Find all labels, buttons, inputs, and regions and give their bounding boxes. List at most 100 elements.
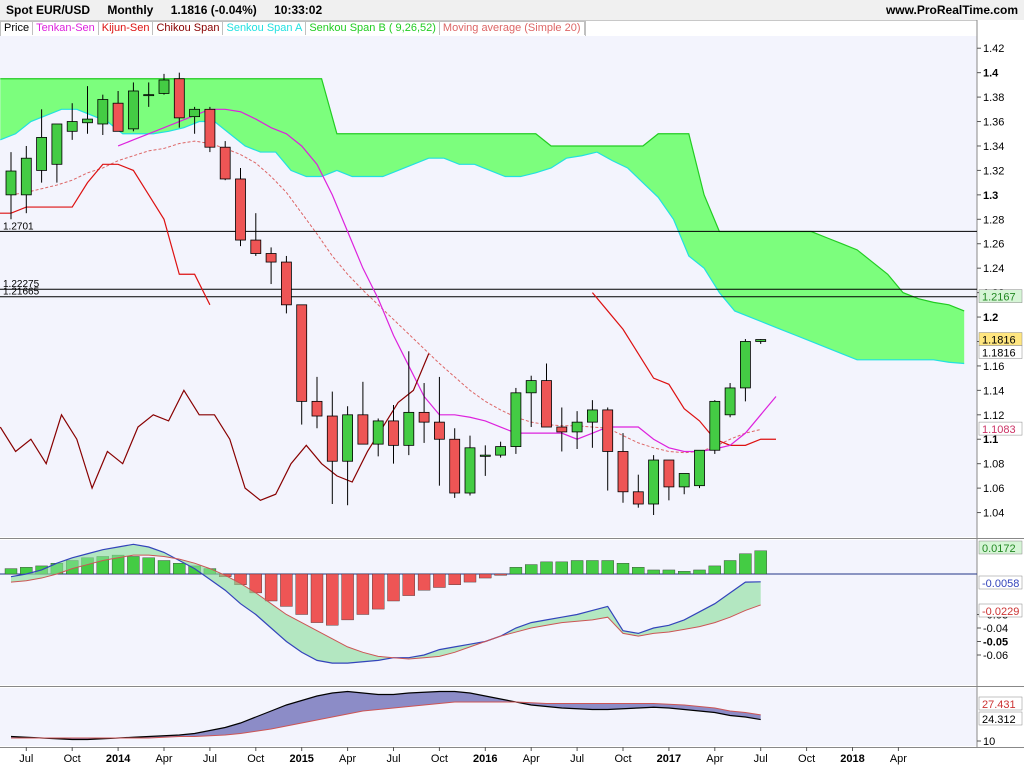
candle-down (602, 409, 614, 452)
candle-up (755, 339, 767, 342)
macd-bar-up (570, 560, 584, 575)
macd-bar-down (417, 573, 431, 591)
ma-badge (978, 421, 1023, 436)
legend-kijun[interactable]: Kijun-Sen (99, 22, 154, 35)
macd-bar-down (463, 573, 477, 583)
candle-down (449, 438, 461, 494)
legend-adxr[interactable]: ADXR ( 14) (31, 689, 94, 701)
candle-up (403, 411, 415, 446)
y-axis-area (977, 20, 1024, 768)
signal-badge-label: -0.0229 (982, 606, 1019, 618)
price-chart[interactable]: 1.041.061.081.11.121.141.161.181.21.221.… (0, 0, 1024, 768)
legend-senkou-a[interactable]: Senkou Span A (223, 22, 307, 35)
candle-down (541, 380, 552, 428)
macd-bar-up (678, 571, 691, 575)
x-tick-label: Apr (155, 753, 172, 765)
macd-bar-up (509, 567, 523, 575)
macd-bar-up (142, 557, 155, 575)
moving-average-line (10, 140, 761, 454)
candle-up (66, 121, 78, 132)
y-tick-label: 1.26 (983, 239, 1004, 251)
candle-down (219, 146, 231, 180)
legend-price[interactable]: Price (1, 22, 34, 35)
senkou-span-a-line (0, 108, 965, 365)
site-url[interactable]: www.ProRealTime.com (886, 3, 1018, 17)
candle-up (587, 409, 598, 423)
macd-hist-badge (978, 540, 1023, 555)
macd-hist-badge-label: 0.0172 (982, 543, 1016, 555)
macd-bar-up (739, 553, 752, 575)
candle-down (173, 78, 185, 119)
macd-bar-up (754, 550, 767, 575)
legend-macd[interactable]: MACD ( 12,26,9) (144, 541, 234, 553)
chart-title: Spot EUR/USD Monthly 1.1816 (-0.04%) 10:… (6, 3, 336, 17)
y-tick-label: 1.34 (983, 141, 1004, 153)
x-tick-label: Oct (431, 753, 448, 765)
candle-up (372, 420, 384, 445)
support-line-label: 1.21665 (3, 287, 40, 298)
main-indicator-legend: Price Tenkan-Sen Kijun-Sen Chikou Span Senko… (0, 21, 586, 37)
macd-bar-up (20, 567, 33, 575)
candle-down (418, 411, 430, 423)
signal-badge (978, 603, 1023, 618)
candle-up (464, 447, 476, 494)
candle-up (510, 392, 522, 447)
candle-up (724, 387, 736, 416)
y-tick-label: 1.08 (983, 459, 1004, 471)
legend-signal[interactable]: Signal (106, 541, 144, 553)
y-tick-label: 1.36 (983, 117, 1004, 129)
x-tick-label: 2014 (106, 753, 131, 765)
y-tick-label: 1.06 (983, 483, 1004, 495)
last-price-badge-label: 1.1816 (982, 335, 1016, 347)
candle-down (235, 178, 246, 241)
x-tick-label: Oct (247, 753, 264, 765)
y-tick-label: 1.2 (983, 312, 998, 324)
candle-up (5, 170, 17, 196)
y-tick-label: 1.4 (983, 68, 999, 80)
candle-up (36, 137, 47, 171)
macd-bar-down (264, 573, 278, 602)
legend-adx[interactable]: ADX (1, 689, 31, 701)
legend-senkou-b[interactable]: Senkou Span B ( 9,26,52) (306, 22, 440, 35)
main-plot-area (0, 36, 977, 537)
macd-tick-label: -0.06 (983, 650, 1008, 662)
credit-label: © ProRealTime.com (3, 523, 102, 535)
macd-bar-up (188, 565, 201, 575)
adx-line (10, 690, 761, 741)
instrument-name: Spot EUR/USD (6, 3, 90, 17)
candle-down (296, 304, 308, 402)
candle-up (709, 400, 721, 451)
macd-bar-up (540, 561, 553, 575)
chikou-span-line (0, 353, 430, 502)
x-tick-label: 2018 (840, 753, 864, 765)
candle-down (112, 102, 124, 132)
adxr-badge (978, 696, 1023, 711)
candle-down (388, 420, 399, 446)
macd-line (10, 543, 761, 664)
macd-bar-up (525, 564, 538, 575)
x-tick-label: Jul (754, 753, 768, 765)
period-label[interactable]: Monthly (107, 3, 153, 17)
x-tick-label: Jul (203, 753, 217, 765)
x-tick-label: 2016 (473, 753, 497, 765)
legend-moving-average[interactable]: Moving average (Simple 20) (440, 22, 585, 35)
legend-tenkan[interactable]: Tenkan-Sen (33, 22, 99, 35)
macd-bar-up (35, 565, 48, 575)
macd-bar-down (356, 573, 370, 615)
y-tick-label: 1.42 (983, 43, 1004, 55)
y-tick-label: 1.18 (983, 336, 1004, 348)
x-tick-label: 2017 (657, 753, 681, 765)
macd-bar-up (127, 556, 140, 575)
x-tick-label: Apr (706, 753, 723, 765)
senkou-span-b-line (0, 78, 965, 312)
candle-down (663, 459, 675, 488)
legend-chikou[interactable]: Chikou Span (153, 22, 224, 35)
senkou-a-badge (978, 289, 1023, 303)
legend-macd-hist[interactable]: MACD minus Signal (1, 541, 107, 553)
y-tick-label: 1.14 (983, 385, 1004, 397)
macd-badge (978, 575, 1023, 590)
macd-bar-up (555, 561, 568, 575)
candle-up (740, 341, 751, 389)
y-tick-label: 1.24 (983, 263, 1004, 275)
macd-bar-down (387, 573, 400, 602)
